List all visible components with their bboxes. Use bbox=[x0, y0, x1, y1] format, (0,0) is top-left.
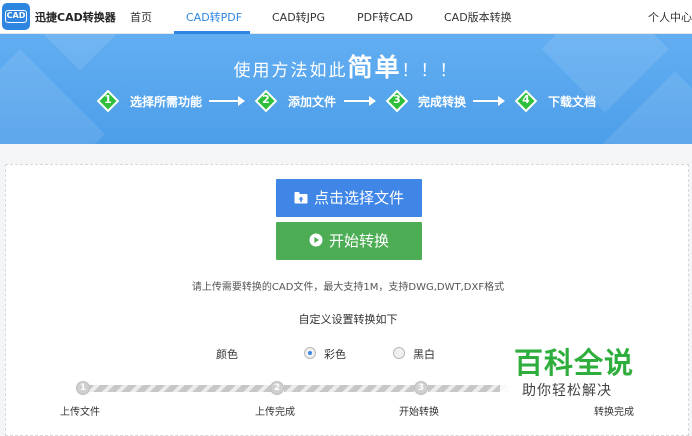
radio-color[interactable] bbox=[304, 347, 316, 359]
upload-hint: 请上传需要转换的CAD文件，最大支持1M，支持DWG,DWT,DXF格式 bbox=[191, 282, 505, 293]
nav-cad-to-jpg[interactable]: CAD转JPG bbox=[272, 9, 325, 25]
progress-track-segment bbox=[428, 385, 508, 392]
step-4-badge: 4 bbox=[514, 89, 538, 113]
progress-step-3-label: 开始转换 bbox=[399, 407, 439, 418]
brand-name[interactable]: 迅捷CAD转换器 bbox=[35, 9, 116, 25]
upload-folder-icon bbox=[294, 191, 308, 203]
step-2-label: 添加文件 bbox=[288, 95, 337, 109]
nav-cad-to-pdf[interactable]: CAD转PDF bbox=[186, 9, 242, 25]
nav-pdf-to-cad[interactable]: PDF转CAD bbox=[357, 9, 413, 25]
instruction-banner: 使用方法如此简单！！！ 1 选择所需功能 2 添加文件 3 完成转换 4 下载文… bbox=[0, 34, 692, 144]
custom-settings-title: 自定义设置转换如下 bbox=[298, 313, 398, 326]
progress-step-1-dot: 1 bbox=[76, 381, 90, 395]
nav-home[interactable]: 首页 bbox=[130, 9, 152, 25]
radio-black-white-label[interactable]: 黑白 bbox=[413, 346, 435, 362]
step-arrow-icon bbox=[344, 96, 376, 106]
step-1-label: 选择所需功能 bbox=[130, 95, 203, 109]
nav-cad-version[interactable]: CAD版本转换 bbox=[444, 9, 512, 25]
start-convert-label: 开始转换 bbox=[328, 232, 389, 250]
logo-text: CAD bbox=[5, 10, 27, 23]
progress-step-2-label: 上传完成 bbox=[255, 407, 295, 418]
banner-title-suffix: ！！！ bbox=[401, 61, 459, 81]
select-file-label: 点击选择文件 bbox=[313, 189, 404, 207]
step-2-badge: 2 bbox=[254, 89, 278, 113]
banner-title-emphasis: 简单 bbox=[347, 53, 402, 82]
start-convert-button[interactable]: 开始转换 bbox=[276, 222, 422, 260]
progress-track-segment bbox=[284, 385, 418, 392]
banner-title: 使用方法如此简单！！！ bbox=[0, 48, 692, 84]
progress-step-2-dot: 2 bbox=[270, 381, 284, 395]
radio-black-white[interactable] bbox=[393, 347, 405, 359]
nav-user-center[interactable]: 个人中心 bbox=[648, 9, 692, 25]
radio-color-label[interactable]: 彩色 bbox=[324, 346, 346, 362]
step-4-label: 下载文档 bbox=[548, 95, 597, 109]
banner-title-prefix: 使用方法如此 bbox=[233, 61, 348, 81]
color-option-label: 颜色 bbox=[216, 348, 238, 361]
watermark-title: 百科全说 bbox=[514, 346, 635, 380]
step-3-badge: 3 bbox=[385, 89, 409, 113]
top-nav: CAD 迅捷CAD转换器 首页 CAD转PDF CAD转JPG PDF转CAD … bbox=[0, 0, 692, 34]
progress-step-3-dot: 3 bbox=[414, 381, 428, 395]
step-arrow-icon bbox=[473, 96, 505, 106]
watermark: 百科全说 助你轻松解决 bbox=[500, 332, 670, 406]
progress-track-segment bbox=[86, 385, 274, 392]
step-1-badge: 1 bbox=[96, 89, 120, 113]
step-3-label: 完成转换 bbox=[418, 95, 467, 109]
play-icon bbox=[309, 233, 323, 247]
app-logo[interactable]: CAD bbox=[2, 3, 30, 30]
select-file-button[interactable]: 点击选择文件 bbox=[276, 179, 422, 217]
watermark-subtitle: 助你轻松解决 bbox=[522, 383, 612, 399]
progress-step-1-label: 上传文件 bbox=[60, 407, 100, 418]
step-arrow-icon bbox=[209, 96, 245, 106]
